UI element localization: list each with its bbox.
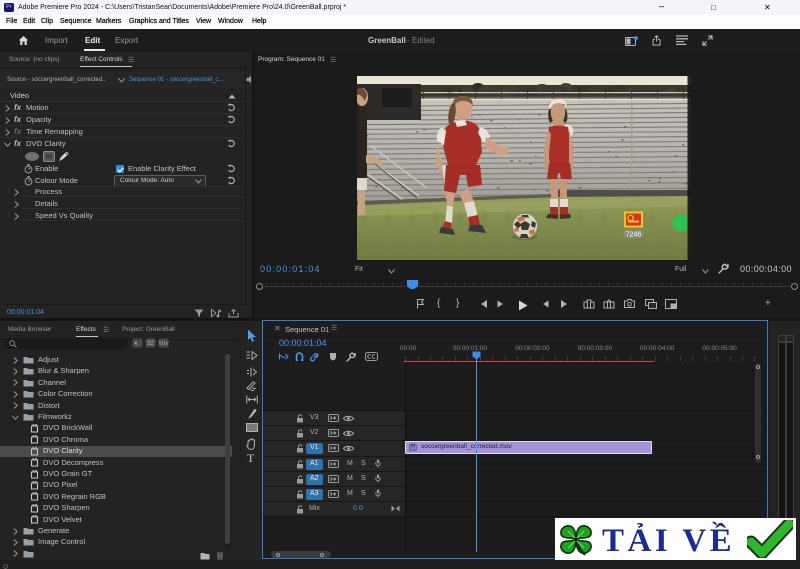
svg-text:7246: 7246 [626,232,642,239]
svg-text:32: 32 [147,341,154,347]
svg-text:YUV: YUV [158,341,169,347]
